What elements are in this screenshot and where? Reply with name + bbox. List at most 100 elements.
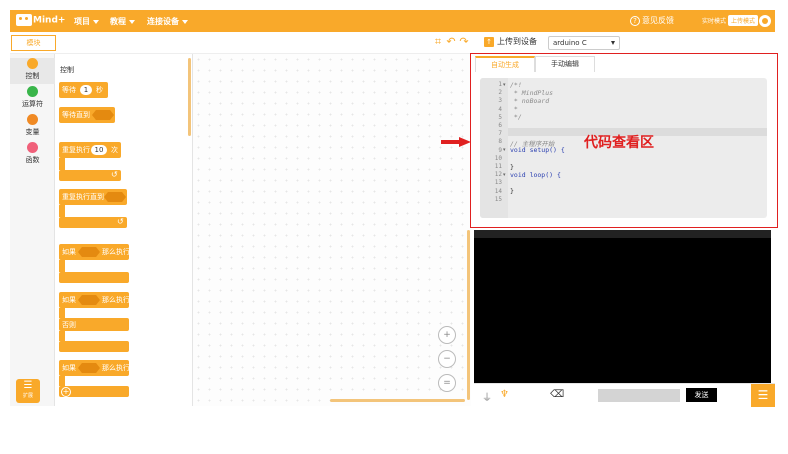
board-select-value: arduino C [553,39,587,47]
list-icon[interactable]: ☰ [751,384,775,407]
script-workspace[interactable]: + − = [193,54,471,406]
block-if-else-foot [59,341,129,352]
block-condition-slot[interactable] [78,247,100,257]
category-control[interactable]: 控制 [10,58,55,84]
connection-icon[interactable]: ♆ [500,389,509,400]
menu-tutorial[interactable]: 教程 [110,16,135,27]
block-text: 那么执行 [102,364,130,372]
add-block-icon[interactable]: + [61,387,71,397]
serial-input[interactable] [598,389,680,402]
feedback-label: 意见反馈 [642,16,674,25]
loop-arrow-icon: ↺ [111,170,118,179]
tab-blocks[interactable]: 模块 [11,35,56,51]
block-text: 重复执行 [62,146,90,154]
block-text: 如果 [62,248,76,256]
menu-connect-label: 连接设备 [147,17,179,26]
category-dot-icon [27,142,38,153]
block-repeat-until-arm [59,205,65,217]
mode-switch[interactable]: 实时模式 上传模式 [700,15,759,26]
board-select[interactable]: arduino C [548,36,620,50]
send-button[interactable]: 发送 [686,388,717,402]
category-dot-icon [27,86,38,97]
block-condition-slot[interactable] [78,295,100,305]
loop-arrow-icon: ↺ [117,217,124,226]
annotation-label: 代码查看区 [584,135,654,151]
block-if-then-2[interactable]: 如果 那么执行 [59,360,130,376]
block-palette: 控制 等待 1 秒 等待直到 重复执行 10 次 ↺ 重复执行直到 ↺ 如果 那… [55,54,193,406]
chevron-down-icon [93,19,99,24]
menu-connect-device[interactable]: 连接设备 [147,16,188,27]
undo-icon[interactable]: ↶ [445,36,457,48]
block-if-then[interactable]: 如果 那么执行 [59,244,130,260]
block-wait-seconds[interactable]: 等待 1 秒 [59,82,108,98]
redo-icon[interactable]: ↷ [458,36,470,48]
block-repeat-times[interactable]: 重复执行 10 次 [59,142,121,158]
extension-button[interactable]: ☰ 扩展 [16,379,40,403]
block-input-seconds[interactable]: 1 [80,85,92,95]
block-input-times[interactable]: 10 [91,145,107,155]
chevron-down-icon [129,19,135,24]
block-if-else-arm [59,308,65,318]
block-text: 如果 [62,296,76,304]
block-text: 次 [111,146,118,154]
block-else-row: 否则 [59,318,129,331]
zoom-in-icon[interactable]: + [438,326,456,344]
extension-label: 扩展 [22,393,33,399]
block-text: 等待 [62,86,76,94]
block-condition-slot[interactable] [92,110,114,120]
block-condition-slot[interactable] [104,192,126,202]
robot-logo-icon [16,14,32,26]
block-condition-slot[interactable] [78,363,100,373]
category-sidebar: 控制 运算符 变量 函数 ☰ 扩展 [10,54,55,406]
logo-text: Mind+ [33,15,66,26]
dropdown-caret-icon [611,41,615,45]
block-if2-arm [59,376,65,386]
question-icon: ? [630,15,640,26]
workspace-horizontal-scrollbar[interactable] [330,399,465,402]
zoom-reset-icon[interactable]: = [438,374,456,392]
feedback-link[interactable]: ? 意见反馈 [630,15,674,26]
category-dot-icon [27,114,38,125]
block-if-foot [59,272,129,283]
palette-title: 控制 [60,66,74,74]
block-repeat-until[interactable]: 重复执行直到 [59,189,127,205]
block-text: 那么执行 [102,296,130,304]
gear-icon[interactable] [759,15,771,27]
mode-realtime[interactable]: 实时模式 [700,15,728,26]
block-else-arm [59,331,65,341]
block-text: 如果 [62,364,76,372]
block-repeat-foot: ↺ [59,170,121,181]
chevron-down-icon [182,19,188,24]
palette-scrollbar[interactable] [188,58,191,136]
mindplus-window: Mind+ 项目 教程 连接设备 ? 意见反馈 实时模式 上传模式 模块 ⌗ ↶ ↷… [0,0,788,454]
sub-toolbar: 模块 ⌗ ↶ ↷ ↑ 上传到设备 arduino C [10,32,775,54]
menu-tutorial-label: 教程 [110,17,126,26]
upload-to-device-button[interactable]: ↑ 上传到设备 [484,36,537,47]
workspace-vertical-scrollbar[interactable] [467,230,470,400]
app-logo: Mind+ [16,14,65,28]
top-menu-bar: Mind+ 项目 教程 连接设备 ? 意见反馈 实时模式 上传模式 [10,10,775,32]
category-functions[interactable]: 函数 [10,142,55,168]
block-text: 否则 [62,321,76,329]
block-text: 等待直到 [62,111,90,119]
zoom-out-icon[interactable]: − [438,350,456,368]
arrow-right-icon [441,137,471,147]
category-variables[interactable]: 变量 [10,114,55,140]
menu-project[interactable]: 项目 [74,16,99,27]
mode-upload[interactable]: 上传模式 [728,15,759,26]
serial-divider[interactable] [474,230,771,238]
block-text: 重复执行直到 [62,193,104,201]
block-repeat-arm [59,158,65,170]
block-wait-until[interactable]: 等待直到 [59,107,115,123]
extension-icon: ☰ [23,380,33,391]
serial-monitor [474,230,771,383]
clear-icon[interactable]: ⌫ [550,389,564,400]
block-text: 秒 [96,86,103,94]
usb-icon[interactable]: ⏚ [482,389,492,404]
category-operators[interactable]: 运算符 [10,86,55,112]
upload-label: 上传到设备 [497,37,537,46]
crop-icon[interactable]: ⌗ [432,36,444,48]
serial-bottom-bar: ⏚ ♆ ⌫ 发送 ☰ [474,383,775,407]
block-if-else[interactable]: 如果 那么执行 [59,292,130,308]
upload-icon: ↑ [484,36,494,47]
